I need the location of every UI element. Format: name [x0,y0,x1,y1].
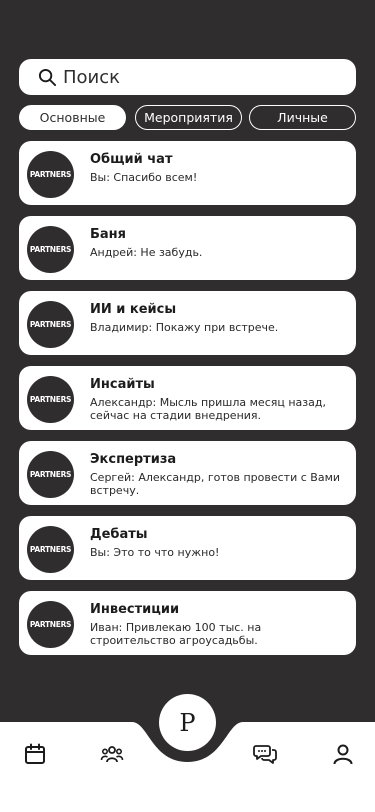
chat-last-message: Владимир: Покажу при встрече. [90,321,279,334]
avatar: PARTNERS [27,376,74,423]
bottom-nav: P [0,694,375,812]
people-icon[interactable] [100,742,124,766]
avatar: PARTNERS [27,451,74,498]
search-bar[interactable] [19,59,356,95]
avatar: PARTNERS [27,526,74,573]
chat-item-banya[interactable]: PARTNERS Баня Андрей: Не забудь. [19,216,356,280]
tab-events[interactable]: Мероприятия [135,105,242,130]
chat-title: Инвестиции [90,602,180,617]
avatar: PARTNERS [27,151,74,198]
chat-title: Баня [90,227,127,242]
chat-item-investments[interactable]: PARTNERS Инвестиции Иван: Привлекаю 100 … [19,591,356,655]
avatar: PARTNERS [27,601,74,648]
calendar-icon[interactable] [23,742,47,766]
chat-title: Экспертиза [90,452,177,467]
chat-last-message: Андрей: Не забудь. [90,246,203,259]
chat-title: Общий чат [90,152,173,167]
avatar: PARTNERS [27,301,74,348]
filter-tabs: Основные Мероприятия Личные [19,105,356,130]
chat-last-message: Иван: Привлекаю 100 тыс. на строительств… [90,621,262,647]
chat-last-message: Вы: Это то что нужно! [90,546,220,559]
chat-title: Дебаты [90,527,148,542]
tab-main[interactable]: Основные [19,105,126,130]
avatar: PARTNERS [27,226,74,273]
chat-title: ИИ и кейсы [90,302,177,317]
chat-last-message: Сергей: Александр, готов провести с Вами… [90,471,341,497]
chat-title: Инсайты [90,377,155,392]
search-input[interactable] [63,66,323,88]
home-logo-button[interactable]: P [159,694,216,751]
profile-icon[interactable] [331,742,355,766]
chat-item-general[interactable]: PARTNERS Общий чат Вы: Спасибо всем! [19,141,356,205]
tab-personal[interactable]: Личные [249,105,356,130]
chat-last-message: Александр: Мысль пришла месяц назад, сей… [90,396,326,422]
chat-item-debates[interactable]: PARTNERS Дебаты Вы: Это то что нужно! [19,516,356,580]
chat-item-ai-cases[interactable]: PARTNERS ИИ и кейсы Владимир: Покажу при… [19,291,356,355]
chat-last-message: Вы: Спасибо всем! [90,171,198,184]
logo-letter: P [179,708,196,737]
chat-bubbles-icon[interactable] [253,742,277,766]
chat-item-expertise[interactable]: PARTNERS Экспертиза Сергей: Александр, г… [19,441,356,505]
search-icon [38,68,57,86]
chat-item-insights[interactable]: PARTNERS Инсайты Александр: Мысль пришла… [19,366,356,430]
